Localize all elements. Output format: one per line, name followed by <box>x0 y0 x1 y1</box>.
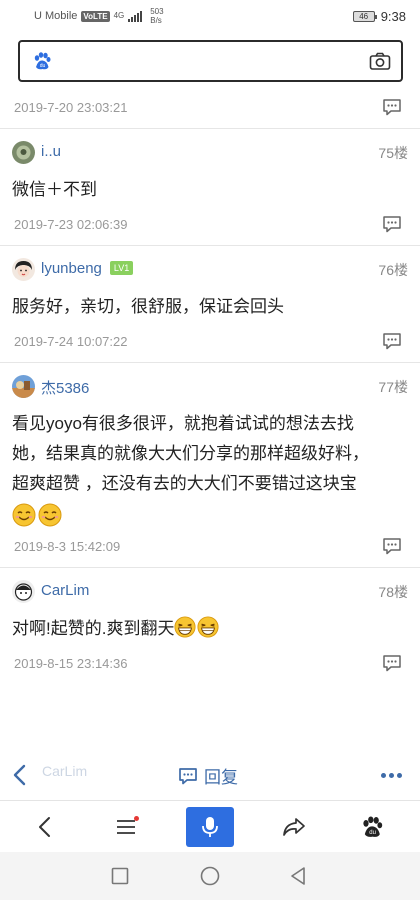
post-header: i..u 75楼 <box>0 129 420 175</box>
status-bar: U Mobile VoLTE 4G 503 B/s 46 9:38 <box>0 0 420 32</box>
post-content: 服务好，亲切，很舒服，保证会回头 <box>12 297 284 316</box>
network-speed: 503 B/s <box>150 7 163 25</box>
svg-text:du: du <box>40 63 46 69</box>
clock: 9:38 <box>380 8 406 24</box>
post-meta: 2019-7-23 02:06:39 <box>0 205 420 245</box>
grin-emoji-icon <box>197 616 219 638</box>
reply-icon[interactable] <box>382 332 402 350</box>
baidu-paw-icon: du <box>34 52 51 70</box>
browser-toolbar: du <box>0 800 420 852</box>
speed-unit: B/s <box>150 16 162 25</box>
reply-label: 回复 <box>204 768 238 787</box>
post-78: CarLim 78楼 对啊!起赞的.爽到翻天 2019-8-15 23:14:3… <box>0 568 420 684</box>
post-content: 微信＋不到 <box>12 180 97 199</box>
battery-icon: 46 <box>352 10 377 22</box>
avatar[interactable] <box>12 375 35 398</box>
post-content: 看见yoyo有很多很评，就抱着试试的想法去找 她，结果真的就像大大们分享的那样超… <box>0 409 420 527</box>
carrier-label: U Mobile <box>34 10 78 22</box>
floor-number: 75楼 <box>378 145 408 161</box>
post-timestamp: 2019-7-24 10:07:22 <box>14 334 128 349</box>
post-header: lyunbeng LV1 76楼 <box>0 246 420 292</box>
network-type: 4G <box>113 11 125 20</box>
volte-badge: VoLTE <box>81 10 110 22</box>
avatar[interactable] <box>12 141 35 164</box>
post-header: CarLim 78楼 <box>0 568 420 614</box>
voice-search-button[interactable] <box>186 807 234 847</box>
post-77: 杰5386 77楼 看见yoyo有很多很评，就抱着试试的想法去找 她，结果真的就… <box>0 363 420 567</box>
svg-text:du: du <box>369 830 376 836</box>
username-row: lyunbeng LV1 <box>41 260 134 277</box>
camera-icon[interactable] <box>369 51 391 71</box>
reply-icon[interactable] <box>382 98 402 116</box>
microphone-icon <box>202 817 218 837</box>
content-line: 超爽超赞 ，还没有去的大大们不要错过这块宝 <box>12 474 357 493</box>
avatar[interactable] <box>12 258 35 281</box>
post-timestamp: 2019-8-3 15:42:09 <box>14 539 121 554</box>
username[interactable]: CarLim <box>41 582 89 599</box>
system-navigation-bar <box>0 852 420 900</box>
emoji-row <box>174 616 219 638</box>
post-header: 杰5386 77楼 <box>0 363 420 409</box>
baidu-paw-icon: du <box>363 816 383 837</box>
username[interactable]: i..u <box>41 143 61 160</box>
level-badge: LV1 <box>109 261 134 275</box>
status-left: U Mobile VoLTE 4G 503 B/s <box>34 7 164 25</box>
comment-feed: 2019-7-20 23:03:21 i..u 75楼 微信＋不到 2019-7… <box>0 88 420 684</box>
post-content: 对啊!起赞的.爽到翻天 <box>0 614 420 644</box>
content-line: 看见yoyo有很多很评，就抱着试试的想法去找 <box>12 414 354 433</box>
search-bar[interactable]: du <box>18 40 403 82</box>
share-icon <box>283 818 305 836</box>
post-timestamp: 2019-8-15 23:14:36 <box>14 656 128 671</box>
reply-button[interactable]: 回复 <box>178 763 238 788</box>
square-icon <box>111 867 129 885</box>
status-right: 46 9:38 <box>352 8 406 24</box>
content-line: 她，结果真的就像大大们分享的那样超级好料， <box>12 444 369 463</box>
system-back-button[interactable] <box>286 864 310 888</box>
circle-icon <box>200 866 220 886</box>
home-button[interactable] <box>198 864 222 888</box>
smile-emoji-icon <box>12 503 36 527</box>
baidu-home-button[interactable]: du <box>348 807 396 847</box>
smile-emoji-icon <box>38 503 62 527</box>
notification-dot <box>134 816 139 821</box>
more-options-icon[interactable] <box>381 773 402 778</box>
post-75: i..u 75楼 微信＋不到 2019-7-23 02:06:39 <box>0 129 420 245</box>
next-post-username-ghost: CarLim <box>42 763 88 779</box>
username[interactable]: 杰5386 <box>41 377 89 398</box>
browser-back-button[interactable] <box>21 807 69 847</box>
floor-number: 77楼 <box>378 379 408 395</box>
username[interactable]: lyunbeng <box>41 260 102 277</box>
post-meta: 2019-7-24 10:07:22 <box>0 322 420 362</box>
avatar[interactable] <box>12 580 35 603</box>
grin-emoji-icon <box>174 616 196 638</box>
post-meta: 2019-8-15 23:14:36 <box>0 644 420 684</box>
menu-icon <box>117 820 135 834</box>
signal-icon <box>128 10 143 22</box>
comment-icon <box>179 767 197 784</box>
post-76: lyunbeng LV1 76楼 服务好，亲切，很舒服，保证会回头 2019-7-… <box>0 246 420 362</box>
recents-button[interactable] <box>108 864 132 888</box>
post-action-bar: CarLim 回复 <box>0 751 420 799</box>
post-meta: 2019-8-3 15:42:09 <box>0 527 420 567</box>
triangle-back-icon <box>291 867 305 885</box>
share-button[interactable] <box>270 807 318 847</box>
post-timestamp: 2019-7-20 23:03:21 <box>14 100 128 115</box>
back-icon[interactable] <box>10 763 28 787</box>
reply-icon[interactable] <box>382 215 402 233</box>
floor-number: 76楼 <box>378 262 408 278</box>
emoji-row <box>12 503 406 527</box>
reply-icon[interactable] <box>382 654 402 672</box>
speed-value: 503 <box>150 7 164 16</box>
content-text: 对啊!起赞的.爽到翻天 <box>12 619 175 638</box>
reply-icon[interactable] <box>382 537 402 555</box>
post-meta-74: 2019-7-20 23:03:21 <box>0 88 420 128</box>
floor-number: 78楼 <box>378 584 408 600</box>
chevron-left-icon <box>39 817 50 837</box>
browser-menu-button[interactable] <box>102 807 150 847</box>
post-timestamp: 2019-7-23 02:06:39 <box>14 217 128 232</box>
